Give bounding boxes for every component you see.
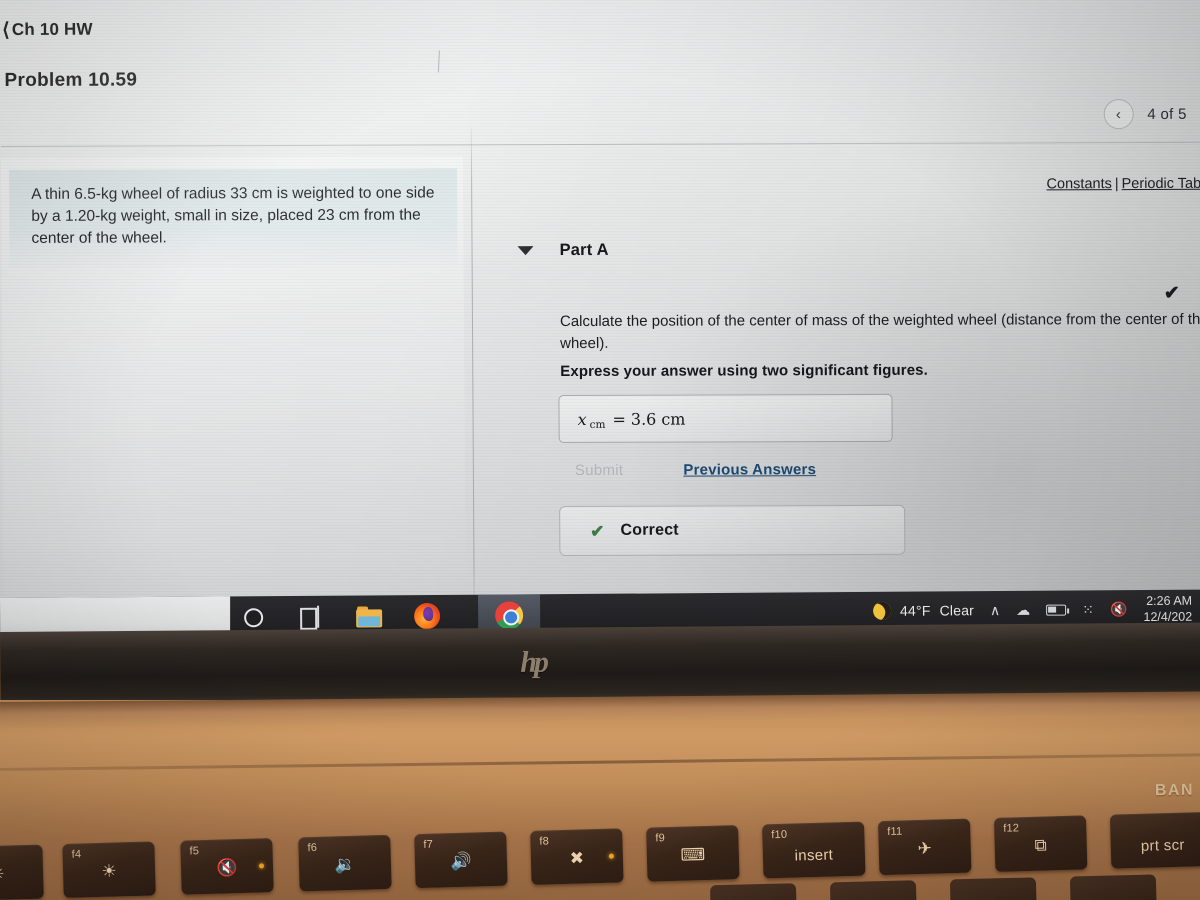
key-print-screen[interactable]: prt scr: [1109, 811, 1200, 869]
key-f6[interactable]: f6 🔉: [298, 834, 392, 892]
problem-statement-pane: A thin 6.5-kg wheel of radius 33 cm is w…: [0, 156, 466, 606]
answer-actions: Submit Previous Answers: [563, 459, 816, 481]
part-a-status-check-icon: ✔: [1163, 282, 1180, 304]
browser-page: ⟨ Ch 10 HW Problem 10.59 ‹ 4 of 5 Consta…: [0, 0, 1200, 610]
print-screen-label: prt scr: [1140, 836, 1185, 855]
key-row2-a[interactable]: [709, 883, 797, 900]
answer-subscript: cm: [589, 418, 606, 431]
key-f10-insert[interactable]: f10 insert: [762, 821, 866, 879]
key-f7-label: f7: [423, 838, 434, 851]
reference-links: Constants | Periodic Tab: [1046, 176, 1200, 193]
chevron-left-icon: ‹: [1115, 105, 1121, 123]
laptop-photo: ⟨ Ch 10 HW Problem 10.59 ‹ 4 of 5 Consta…: [0, 0, 1200, 900]
key-f6-label: f6: [307, 841, 318, 855]
periodic-table-link[interactable]: Periodic Tab: [1122, 176, 1200, 192]
camera-indicator-led: [608, 853, 614, 859]
clock[interactable]: 2:26 AM 12/4/202: [1143, 593, 1194, 625]
volume-up-icon: 🔊: [450, 851, 472, 872]
key-f11[interactable]: f11 ✈: [877, 818, 972, 876]
previous-answers-link[interactable]: Previous Answers: [683, 461, 816, 478]
screen-artifact: [437, 50, 440, 73]
answer-unit: cm: [661, 409, 686, 429]
task-view-icon[interactable]: [296, 602, 326, 632]
answer-variable: x: [577, 409, 587, 429]
moon-icon: [870, 598, 895, 623]
search-icon[interactable]: [238, 602, 268, 632]
key-f11-label: f11: [887, 825, 903, 838]
volume-down-icon: 🔉: [334, 854, 356, 875]
key-f3[interactable]: f3 ☀: [0, 844, 44, 900]
page-title: Problem 10.59: [4, 69, 138, 91]
breadcrumb-back-link[interactable]: ⟨ Ch 10 HW: [2, 19, 93, 41]
key-f8-label: f8: [539, 835, 550, 848]
problem-counter: ‹ 4 of 5: [1103, 99, 1187, 130]
volume-muted-icon[interactable]: 🔇: [1110, 601, 1128, 618]
key-f12[interactable]: f12 ⧉: [993, 815, 1088, 872]
laptop-screen: ⟨ Ch 10 HW Problem 10.59 ‹ 4 of 5 Consta…: [0, 0, 1200, 640]
key-row2-c[interactable]: [949, 877, 1037, 900]
hp-logo: hp: [520, 645, 547, 679]
answer-input[interactable]: x cm = 3.6 cm: [558, 393, 893, 444]
header-divider: [0, 141, 1200, 147]
problem-statement-text: A thin 6.5-kg wheel of radius 33 cm is w…: [9, 168, 458, 268]
weather-widget[interactable]: 44°F Clear: [870, 598, 975, 623]
key-f7[interactable]: f7 🔊: [414, 831, 508, 889]
part-a-header[interactable]: Part A: [517, 240, 609, 260]
key-f4-label: f4: [71, 848, 82, 861]
answer-expression: x cm = 3.6 cm: [577, 409, 686, 431]
key-f5-label: f5: [189, 845, 200, 858]
problem-statement-body: A thin 6.5-kg wheel of radius 33 cm is w…: [31, 184, 435, 247]
brightness-up-icon: ☀: [101, 861, 117, 881]
cloud-icon[interactable]: ☁: [1016, 601, 1030, 618]
airplane-mode-icon: ✈: [917, 838, 933, 859]
key-f4[interactable]: f4 ☀: [62, 841, 156, 898]
pane-divider: [470, 128, 475, 607]
key-f12-label: f12: [1003, 822, 1020, 835]
brightness-down-icon: ☀: [0, 864, 6, 885]
keyboard-backlight-icon: ⌨: [680, 845, 706, 865]
key-f8[interactable]: f8 ✖: [530, 828, 624, 885]
feedback-label: Correct: [620, 521, 679, 539]
answer-value: 3.6: [630, 409, 657, 429]
part-a-label: Part A: [559, 240, 609, 260]
check-icon: ✔: [590, 521, 605, 541]
weather-condition: Clear: [939, 602, 975, 619]
wifi-icon[interactable]: ⁙: [1082, 601, 1094, 618]
triangle-down-icon[interactable]: [517, 246, 534, 256]
firefox-icon[interactable]: [412, 601, 442, 631]
breadcrumb-label: Ch 10 HW: [11, 19, 93, 39]
submit-button[interactable]: Submit: [563, 460, 636, 481]
key-f10-label: f10: [771, 828, 788, 842]
key-row2-b[interactable]: [829, 880, 917, 900]
key-f9-label: f9: [655, 832, 666, 845]
answer-equals: =: [612, 409, 626, 429]
feedback-correct-box: ✔ Correct: [559, 504, 906, 557]
problem-counter-label: 4 of 5: [1147, 105, 1187, 123]
constants-link[interactable]: Constants: [1046, 176, 1111, 192]
screen-share-icon: ⧉: [1034, 835, 1048, 855]
chevron-up-icon[interactable]: ∧: [990, 602, 1000, 619]
key-f9[interactable]: f9 ⌨: [646, 825, 740, 882]
mute-indicator-led: [258, 863, 265, 869]
speaker-brand-label: BAN: [1155, 781, 1195, 800]
part-a-question: Calculate the position of the center of …: [559, 310, 1200, 352]
insert-key-label: insert: [794, 846, 834, 865]
chevron-left-icon: ⟨: [2, 19, 10, 41]
key-f5[interactable]: f5 🔇: [180, 838, 274, 895]
key-row2-d[interactable]: [1069, 874, 1157, 900]
clock-time: 2:26 AM: [1146, 593, 1193, 608]
battery-icon[interactable]: [1046, 604, 1067, 616]
weather-temperature: 44°F: [899, 602, 931, 619]
file-explorer-icon[interactable]: [354, 601, 384, 631]
taskbar-icon-group: [238, 601, 442, 632]
previous-problem-button[interactable]: ‹: [1103, 99, 1134, 130]
system-tray: 44°F Clear ∧ ☁ ⁙ 🔇 2:26 AM 12/4/202: [870, 593, 1194, 627]
part-a-instruction: Express your answer using two significan…: [560, 361, 928, 381]
